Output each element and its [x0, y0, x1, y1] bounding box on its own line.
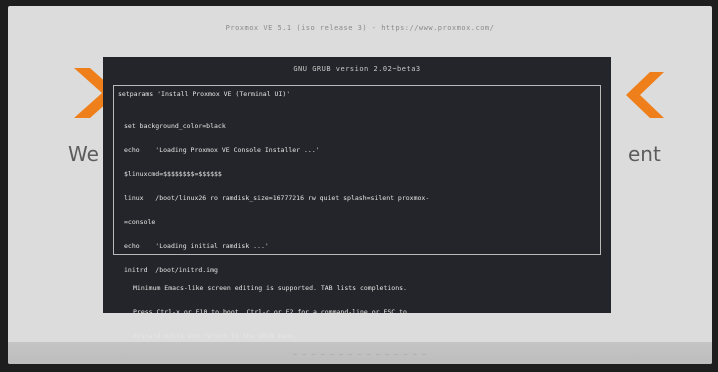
command-line[interactable]: echo 'Loading initial ramdisk ...': [124, 242, 429, 250]
command-line[interactable]: set background_color=black: [124, 122, 429, 130]
grub-edit-area[interactable]: setparams 'Install Proxmox VE (Terminal …: [113, 85, 601, 274]
help-line: Minimum Emacs-like screen editing is sup…: [133, 284, 407, 292]
command-line[interactable]: $linuxcmd=$$$$$$$$=$$$$$$: [124, 170, 429, 178]
proxmox-logo-right-icon: [626, 72, 664, 118]
setparams-line[interactable]: setparams 'Install Proxmox VE (Terminal …: [118, 90, 290, 98]
grub-version-title: GNU GRUB version 2.02~beta3: [293, 65, 421, 73]
command-line[interactable]: linux /boot/linux26 ro ramdisk_size=1677…: [124, 194, 429, 202]
help-line: discard edits and return to the GRUB men…: [133, 332, 298, 340]
installer-title: Proxmox VE 5.1 (iso release 3) - https:/…: [225, 24, 495, 32]
command-line[interactable]: =console: [124, 218, 429, 226]
welcome-text-right: ent: [628, 142, 661, 166]
help-line: Press Ctrl-x or F10 to boot, Ctrl-c or F…: [133, 308, 407, 316]
grub-editor-window: GNU GRUB version 2.02~beta3 setparams 'I…: [103, 57, 611, 340]
welcome-text-left: We: [68, 142, 99, 166]
command-line[interactable]: echo 'Loading Proxmox VE Console Install…: [124, 146, 429, 154]
command-lines[interactable]: set background_color=black echo 'Loading…: [124, 106, 429, 290]
grub-help-text: Minimum Emacs-like screen editing is sup…: [133, 268, 583, 356]
